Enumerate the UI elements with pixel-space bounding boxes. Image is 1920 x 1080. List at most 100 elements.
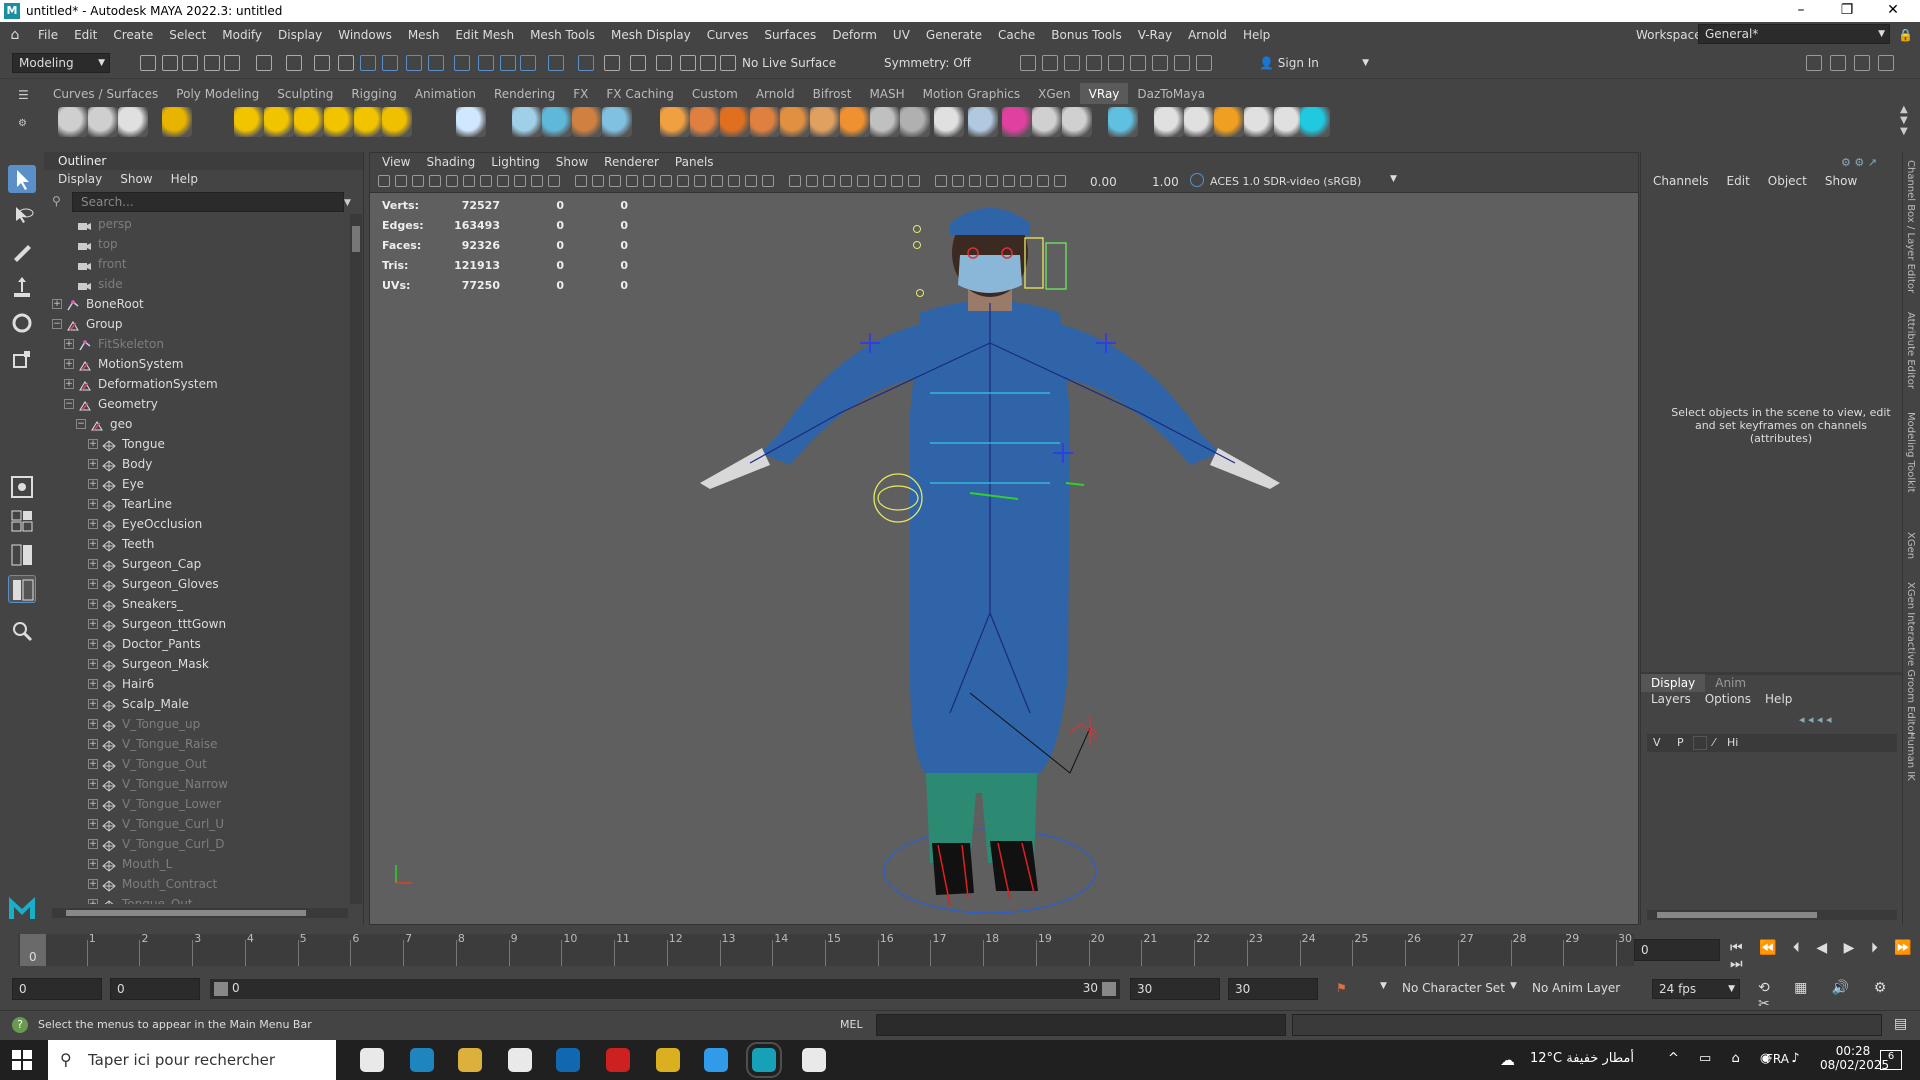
anim-layer-arrow-icon[interactable]: ▼ [1510, 981, 1517, 991]
panel-toggle-icon[interactable] [1806, 55, 1822, 71]
outliner-item[interactable]: − geo [44, 414, 350, 434]
shelf-tab-fx-caching[interactable]: FX Caching [597, 83, 682, 105]
viewport-tool-icon[interactable] [789, 175, 801, 187]
menu-item-v-ray[interactable]: V-Ray [1130, 28, 1180, 42]
outliner-item[interactable]: + Doctor_Pants [44, 634, 350, 654]
sign-in-dropdown[interactable]: 👤 Sign In ▼ [1252, 53, 1374, 73]
expand-toggle-icon[interactable]: + [88, 459, 98, 469]
expand-toggle-icon[interactable]: + [88, 599, 98, 609]
shelf-settings-icon[interactable]: ⚙ [18, 118, 27, 129]
outliner-item[interactable]: side [44, 274, 350, 294]
viewport-tool-icon[interactable] [446, 175, 458, 187]
script-editor-icon[interactable]: ▤ [1894, 1016, 1907, 1032]
expand-toggle-icon[interactable]: + [88, 799, 98, 809]
outliner-menu-help[interactable]: Help [171, 170, 198, 188]
viewport-menu-lighting[interactable]: Lighting [485, 153, 546, 171]
expand-toggle-icon[interactable]: + [88, 679, 98, 689]
home-icon[interactable]: ⌂ [0, 27, 30, 43]
shelf-tool-icon[interactable] [810, 107, 840, 137]
viewport-tool-icon[interactable] [728, 175, 740, 187]
shelf-tool-icon[interactable] [1032, 107, 1062, 137]
outliner-item[interactable]: + V_Tongue_Curl_D [44, 834, 350, 854]
outliner-vscrollbar[interactable] [350, 214, 362, 904]
color-space-arrow-icon[interactable]: ▼ [1390, 174, 1397, 184]
status-line-tool-icon[interactable] [338, 55, 354, 71]
menu-item-deform[interactable]: Deform [824, 28, 885, 42]
opera-icon[interactable] [606, 1048, 630, 1072]
shelf-tool-icon[interactable] [1244, 107, 1274, 137]
outliner-item[interactable]: + Surgeon_Gloves [44, 574, 350, 594]
shelf-tab-motion-graphics[interactable]: Motion Graphics [914, 83, 1030, 105]
expand-toggle-icon[interactable]: − [64, 399, 74, 409]
weather-text[interactable]: 12°C أمطار خفيفة [1530, 1051, 1634, 1066]
range-bar-icons[interactable]: ⟲ ▦ 🔊 ⚙ ✂ [1758, 980, 1920, 1012]
playback-controls[interactable]: ⏮ ⏪ ⏴ ◀ ▶ ⏵ ⏩ ⏭ [1730, 940, 1920, 972]
single-view-icon[interactable] [8, 473, 36, 501]
menu-item-select[interactable]: Select [161, 28, 214, 42]
status-line-tool-icon[interactable] [656, 55, 672, 71]
shelf-tool-icon[interactable] [324, 107, 354, 137]
expand-toggle-icon[interactable]: + [88, 819, 98, 829]
render-tool-icon[interactable] [1086, 55, 1102, 71]
viewport-tool-icon[interactable] [660, 175, 672, 187]
expand-toggle-icon[interactable]: + [88, 639, 98, 649]
help-icon[interactable]: ? [12, 1017, 28, 1033]
outliner-item[interactable]: + Tongue [44, 434, 350, 454]
side-tab[interactable]: Channel Box / Layer Editor [1905, 160, 1916, 293]
viewport-panel[interactable]: View Shading Lighting Show Renderer Panels 0.… [369, 152, 1639, 925]
shelf-tab-daztomaya[interactable]: DazToMaya [1128, 83, 1214, 105]
color-management-icon[interactable] [1190, 173, 1204, 187]
character-set-label[interactable]: No Character Set [1402, 981, 1505, 995]
menu-item-curves[interactable]: Curves [699, 28, 757, 42]
viewport-tool-icon[interactable] [1020, 175, 1032, 187]
viewport-tool-icon[interactable] [480, 175, 492, 187]
expand-toggle-icon[interactable]: + [52, 299, 62, 309]
viewport-tool-icon[interactable] [412, 175, 424, 187]
filter-icon[interactable]: ⚲ [52, 194, 61, 208]
shelf-tab-mash[interactable]: MASH [860, 83, 913, 105]
viewport-tool-icon[interactable] [643, 175, 655, 187]
outliner-item[interactable]: + Mouth_Contract [44, 874, 350, 894]
render-tool-icon[interactable] [1196, 55, 1212, 71]
edit-menu[interactable]: Edit [1727, 174, 1750, 188]
viewport-tool-icon[interactable] [1003, 175, 1015, 187]
viewport-tool-icon[interactable] [514, 175, 526, 187]
menu-item-generate[interactable]: Generate [918, 28, 990, 42]
viewport-tool-icon[interactable] [806, 175, 818, 187]
outliner-item[interactable]: top [44, 234, 350, 254]
side-tab[interactable]: XGen Interactive Groom Editor [1905, 582, 1916, 736]
rotate-tool-icon[interactable] [8, 309, 36, 337]
status-line-tool-icon[interactable] [256, 55, 272, 71]
viewport-tool-icon[interactable] [908, 175, 920, 187]
shelf-tool-icon[interactable] [456, 107, 486, 137]
end-time-field[interactable]: 30 [1228, 978, 1318, 1000]
status-line-tool-icon[interactable] [224, 55, 240, 71]
outliner-item[interactable]: + DeformationSystem [44, 374, 350, 394]
taskbar-search-box[interactable]: ⚲ Taper ici pour rechercher [48, 1040, 336, 1080]
viewport-menu-renderer[interactable]: Renderer [598, 153, 665, 171]
render-tool-icon[interactable] [1152, 55, 1168, 71]
viewport-tool-icon[interactable] [823, 175, 835, 187]
weather-icon[interactable]: ☁ [1500, 1051, 1515, 1069]
menu-item-display[interactable]: Display [270, 28, 330, 42]
lasso-tool-icon[interactable] [8, 201, 36, 229]
outliner-item[interactable]: + V_Tongue_Raise [44, 734, 350, 754]
status-line-tool-icon[interactable] [520, 55, 536, 71]
render-tool-icon[interactable] [1108, 55, 1124, 71]
outliner-item[interactable]: + FitSkeleton [44, 334, 350, 354]
four-view-icon[interactable] [8, 507, 36, 535]
shelf-tool-icon[interactable] [1300, 107, 1330, 137]
status-line-tool-icon[interactable] [286, 55, 302, 71]
shelf-tool-icon[interactable] [1154, 107, 1184, 137]
expand-toggle-icon[interactable]: + [88, 499, 98, 509]
shelf-tool-icon[interactable] [750, 107, 780, 137]
show-menu[interactable]: Show [1825, 174, 1857, 188]
shelf-tool-icon[interactable] [690, 107, 720, 137]
expand-toggle-icon[interactable]: − [76, 419, 86, 429]
expand-toggle-icon[interactable]: + [88, 719, 98, 729]
layers-menu[interactable]: Layers [1651, 692, 1691, 706]
expand-toggle-icon[interactable]: + [88, 779, 98, 789]
anim-layer-label[interactable]: No Anim Layer [1532, 981, 1620, 995]
shelf-tool-icon[interactable] [264, 107, 294, 137]
wordpress-icon[interactable] [802, 1048, 826, 1072]
